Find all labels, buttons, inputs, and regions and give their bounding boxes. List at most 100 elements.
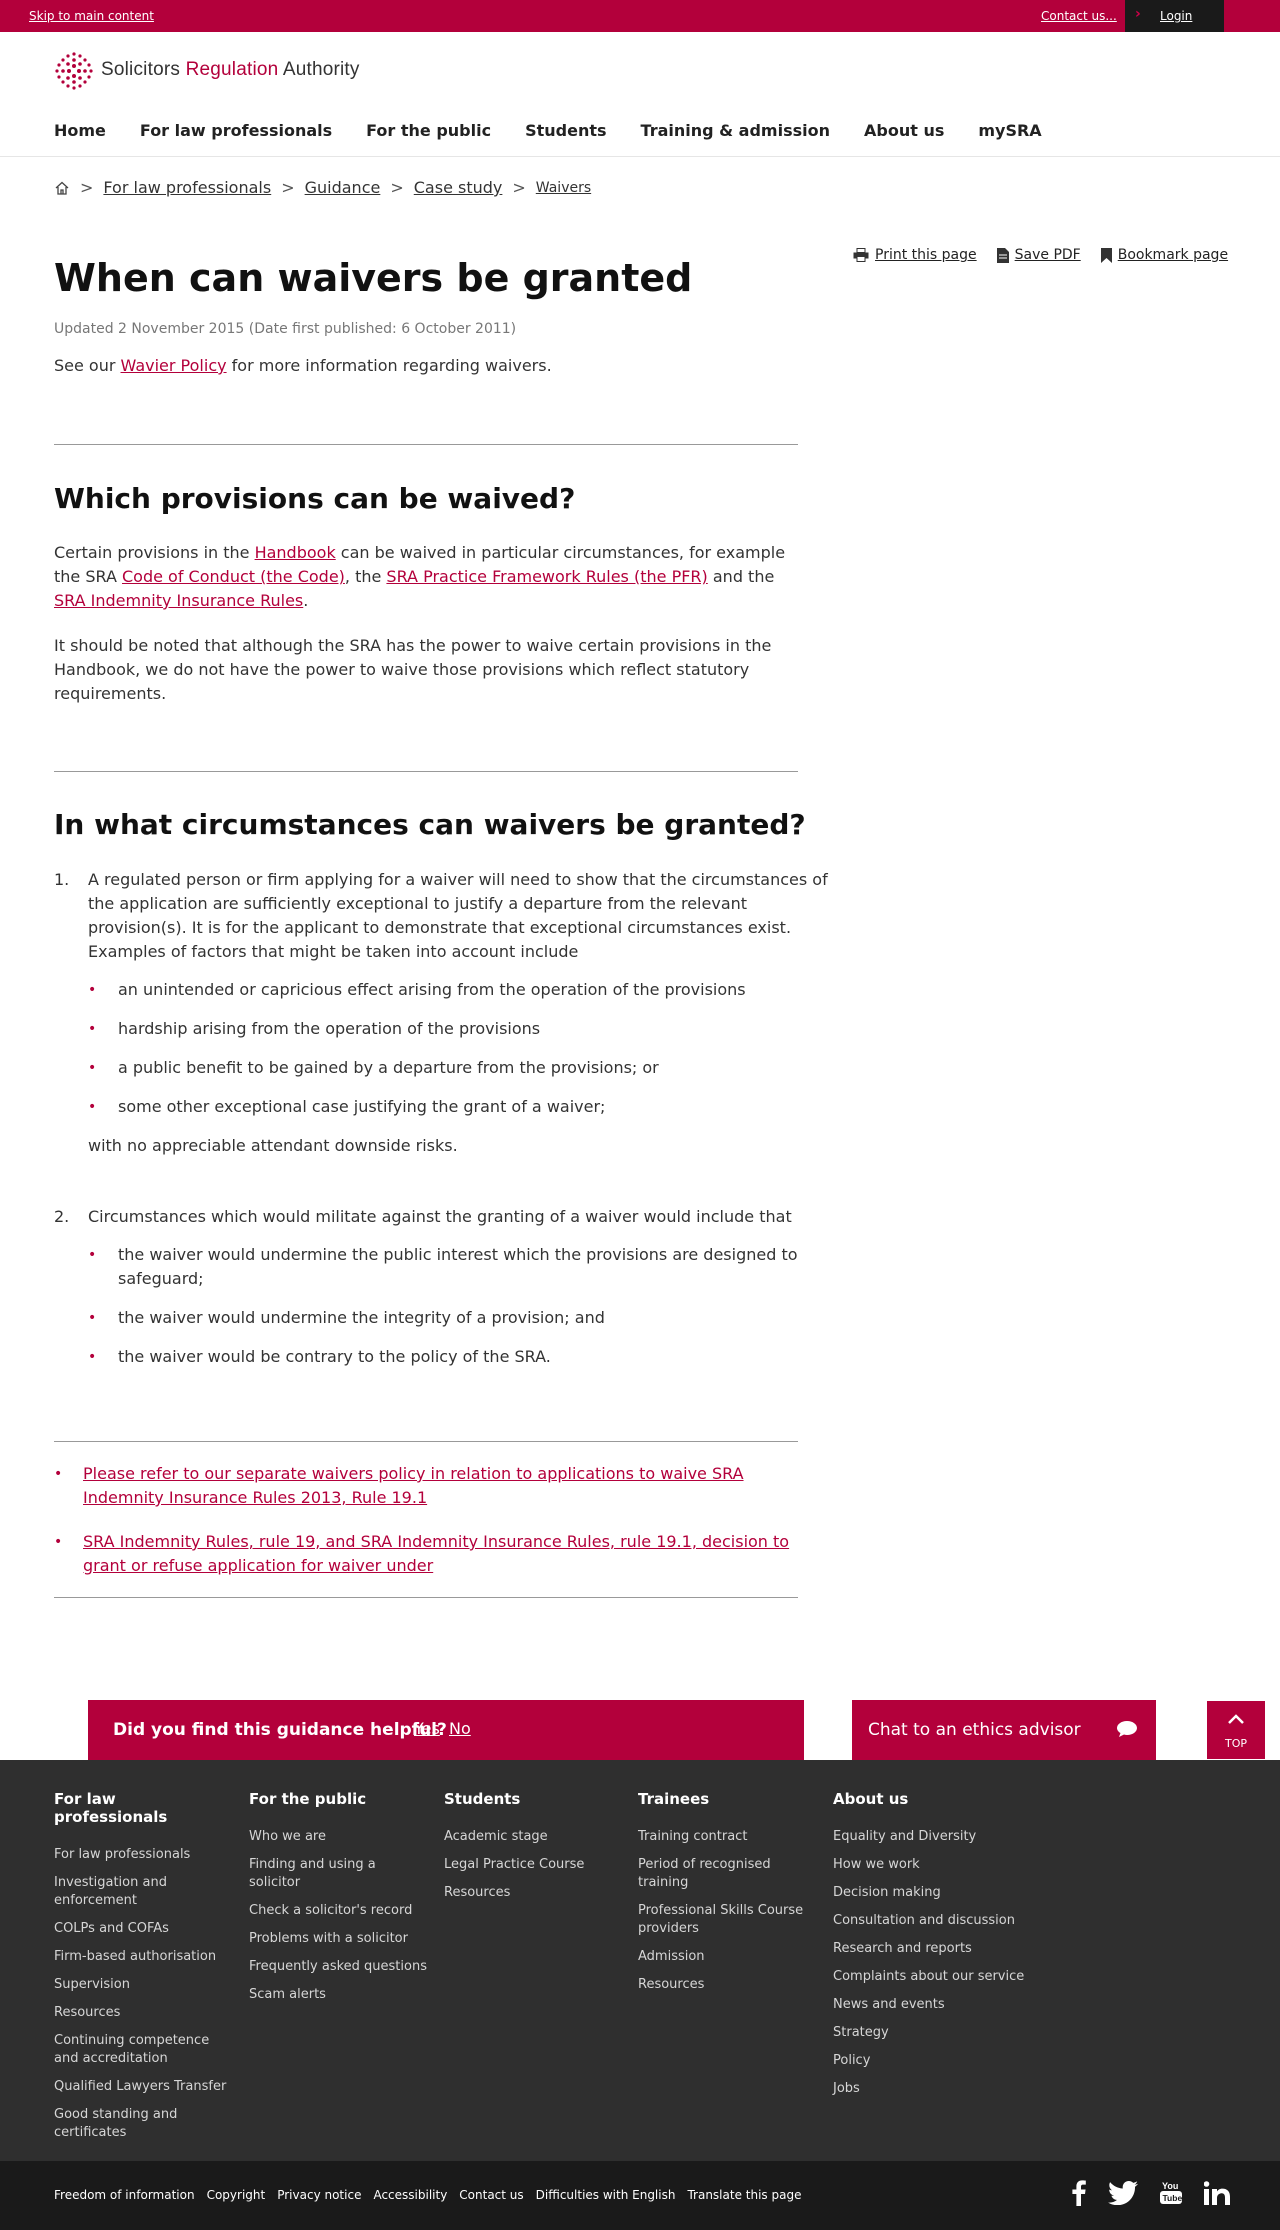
footer-link[interactable]: Decision making: [833, 1884, 1033, 1902]
footer-link[interactable]: Qualified Lawyers Transfer: [54, 2078, 234, 2096]
related-link[interactable]: SRA Indemnity Rules, rule 19, and SRA In…: [83, 1532, 789, 1575]
footer-link[interactable]: News and events: [833, 1996, 1033, 2014]
provisions-paragraph: Certain provisions in the Handbook can b…: [54, 541, 794, 613]
footer-link[interactable]: Investigation and enforcement: [54, 1874, 234, 1910]
waiver-policy-link[interactable]: Wavier Policy: [121, 356, 227, 375]
nav-training[interactable]: Training & admission: [641, 121, 830, 140]
footer-link[interactable]: Jobs: [833, 2080, 1033, 2098]
breadcrumb-separator: >: [80, 178, 94, 197]
footer-link[interactable]: Equality and Diversity: [833, 1828, 1033, 1846]
youtube-icon[interactable]: You Tube: [1160, 2180, 1182, 2206]
sra-logo-icon[interactable]: [54, 51, 94, 91]
footer-link[interactable]: COLPs and COFAs: [54, 1920, 234, 1938]
nav-home[interactable]: Home: [54, 121, 106, 140]
footer-link[interactable]: Scam alerts: [249, 1986, 429, 2004]
bullet-item: the waiver would undermine the public in…: [88, 1243, 874, 1291]
skip-link[interactable]: Skip to main content: [29, 9, 154, 23]
militate-list: the waiver would undermine the public in…: [88, 1243, 874, 1369]
page-tools: Print this page Save PDF Bookmark page: [853, 247, 1248, 263]
footer-link[interactable]: Resources: [638, 1976, 818, 1994]
footer-link[interactable]: Professional Skills Course providers: [638, 1902, 818, 1938]
chat-ethics-advisor-button[interactable]: Chat to an ethics advisor: [852, 1700, 1156, 1760]
practice-framework-link[interactable]: SRA Practice Framework Rules (the PFR): [386, 567, 707, 586]
save-pdf-button[interactable]: Save PDF: [996, 247, 1081, 263]
footer-link[interactable]: Problems with a solicitor: [249, 1930, 429, 1948]
footer-col-law-professionals: For law professionals For law profession…: [54, 1790, 234, 2152]
footer-col-title[interactable]: For the public: [249, 1790, 429, 1808]
nav-mysra[interactable]: mySRA: [978, 121, 1041, 140]
code-of-conduct-link[interactable]: Code of Conduct (the Code): [122, 567, 345, 586]
print-button[interactable]: Print this page: [853, 247, 977, 263]
legal-links: Freedom of information Copyright Privacy…: [54, 2188, 813, 2202]
footer-link[interactable]: Academic stage: [444, 1828, 624, 1846]
printer-icon: [853, 248, 869, 262]
top-label: TOP: [1224, 1737, 1247, 1750]
text: and the: [707, 567, 775, 586]
twitter-icon[interactable]: [1108, 2181, 1138, 2205]
bookmark-button[interactable]: Bookmark page: [1100, 247, 1228, 263]
related-links: Please refer to our separate waivers pol…: [54, 1462, 814, 1598]
footer-link[interactable]: Continuing competence and accreditation: [54, 2032, 234, 2068]
logo-word: Solicitors: [101, 59, 186, 80]
footer-col-title[interactable]: About us: [833, 1790, 1033, 1808]
footer-link[interactable]: Good standing and certificates: [54, 2106, 234, 2142]
back-to-top-button[interactable]: TOP: [1207, 1701, 1265, 1759]
footer-link[interactable]: Frequently asked questions: [249, 1958, 429, 1976]
item-number: 1.: [54, 870, 70, 889]
handbook-link[interactable]: Handbook: [255, 543, 336, 562]
footer-link[interactable]: How we work: [833, 1856, 1033, 1874]
contact-us-link[interactable]: Contact us: [459, 2188, 523, 2202]
nav-law-professionals[interactable]: For law professionals: [140, 121, 332, 140]
contact-link[interactable]: Contact us...: [1041, 9, 1117, 23]
feedback-yes-link[interactable]: Yes: [414, 1719, 440, 1738]
freedom-of-information-link[interactable]: Freedom of information: [54, 2188, 195, 2202]
related-link[interactable]: Please refer to our separate waivers pol…: [83, 1464, 744, 1507]
site-logo-text[interactable]: Solicitors Regulation Authority: [101, 59, 360, 81]
text: Certain provisions in the: [54, 543, 255, 562]
chevron-up-icon: [1228, 1714, 1244, 1724]
footer-link[interactable]: Resources: [444, 1884, 624, 1902]
footer-link[interactable]: Resources: [54, 2004, 234, 2022]
footer-link[interactable]: Policy: [833, 2052, 1033, 2070]
footer-link[interactable]: For law professionals: [54, 1846, 234, 1864]
nav-public[interactable]: For the public: [366, 121, 491, 140]
footer-link[interactable]: Complaints about our service: [833, 1968, 1033, 1986]
copyright-link[interactable]: Copyright: [207, 2188, 266, 2202]
login-box[interactable]: › Login: [1125, 0, 1224, 32]
home-icon[interactable]: [54, 180, 70, 196]
feedback-question: Did you find this guidance helpful?: [113, 1720, 447, 1740]
footer-link[interactable]: Legal Practice Course: [444, 1856, 624, 1874]
footer-link[interactable]: Admission: [638, 1948, 818, 1966]
feedback-no-link[interactable]: No: [449, 1719, 471, 1738]
accessibility-link[interactable]: Accessibility: [373, 2188, 447, 2202]
indemnity-rules-link[interactable]: SRA Indemnity Insurance Rules: [54, 591, 303, 610]
social-links: You Tube: [1072, 2180, 1252, 2206]
login-link[interactable]: Login: [1160, 9, 1192, 23]
footer-link[interactable]: Supervision: [54, 1976, 234, 1994]
footer-col-title[interactable]: For law professionals: [54, 1790, 234, 1826]
nav-about[interactable]: About us: [864, 121, 944, 140]
footer-link[interactable]: Research and reports: [833, 1940, 1033, 1958]
footer-link[interactable]: Check a solicitor's record: [249, 1902, 429, 1920]
footer-link[interactable]: Period of recognised training: [638, 1856, 818, 1892]
footer-col-title[interactable]: Trainees: [638, 1790, 818, 1808]
footer-link[interactable]: Strategy: [833, 2024, 1033, 2042]
breadcrumb-current[interactable]: Waivers: [536, 180, 591, 196]
linkedin-icon[interactable]: [1204, 2181, 1230, 2205]
footer-link[interactable]: Who we are: [249, 1828, 429, 1846]
breadcrumb-law-professionals[interactable]: For law professionals: [103, 178, 271, 197]
difficulties-english-link[interactable]: Difficulties with English: [536, 2188, 676, 2202]
nav-students[interactable]: Students: [525, 121, 606, 140]
footer-link[interactable]: Firm-based authorisation: [54, 1948, 234, 1966]
footer-link[interactable]: Consultation and discussion: [833, 1912, 1033, 1930]
breadcrumb-case-study[interactable]: Case study: [414, 178, 503, 197]
footer-col-title[interactable]: Students: [444, 1790, 624, 1808]
privacy-link[interactable]: Privacy notice: [277, 2188, 361, 2202]
breadcrumb-guidance[interactable]: Guidance: [305, 178, 381, 197]
facebook-icon[interactable]: [1072, 2180, 1086, 2206]
footer-link[interactable]: Finding and using a solicitor: [249, 1856, 429, 1892]
footer-link[interactable]: Training contract: [638, 1828, 818, 1846]
breadcrumb-separator: >: [281, 178, 295, 197]
translate-link[interactable]: Translate this page: [687, 2188, 801, 2202]
logo-word: Authority: [278, 59, 360, 80]
